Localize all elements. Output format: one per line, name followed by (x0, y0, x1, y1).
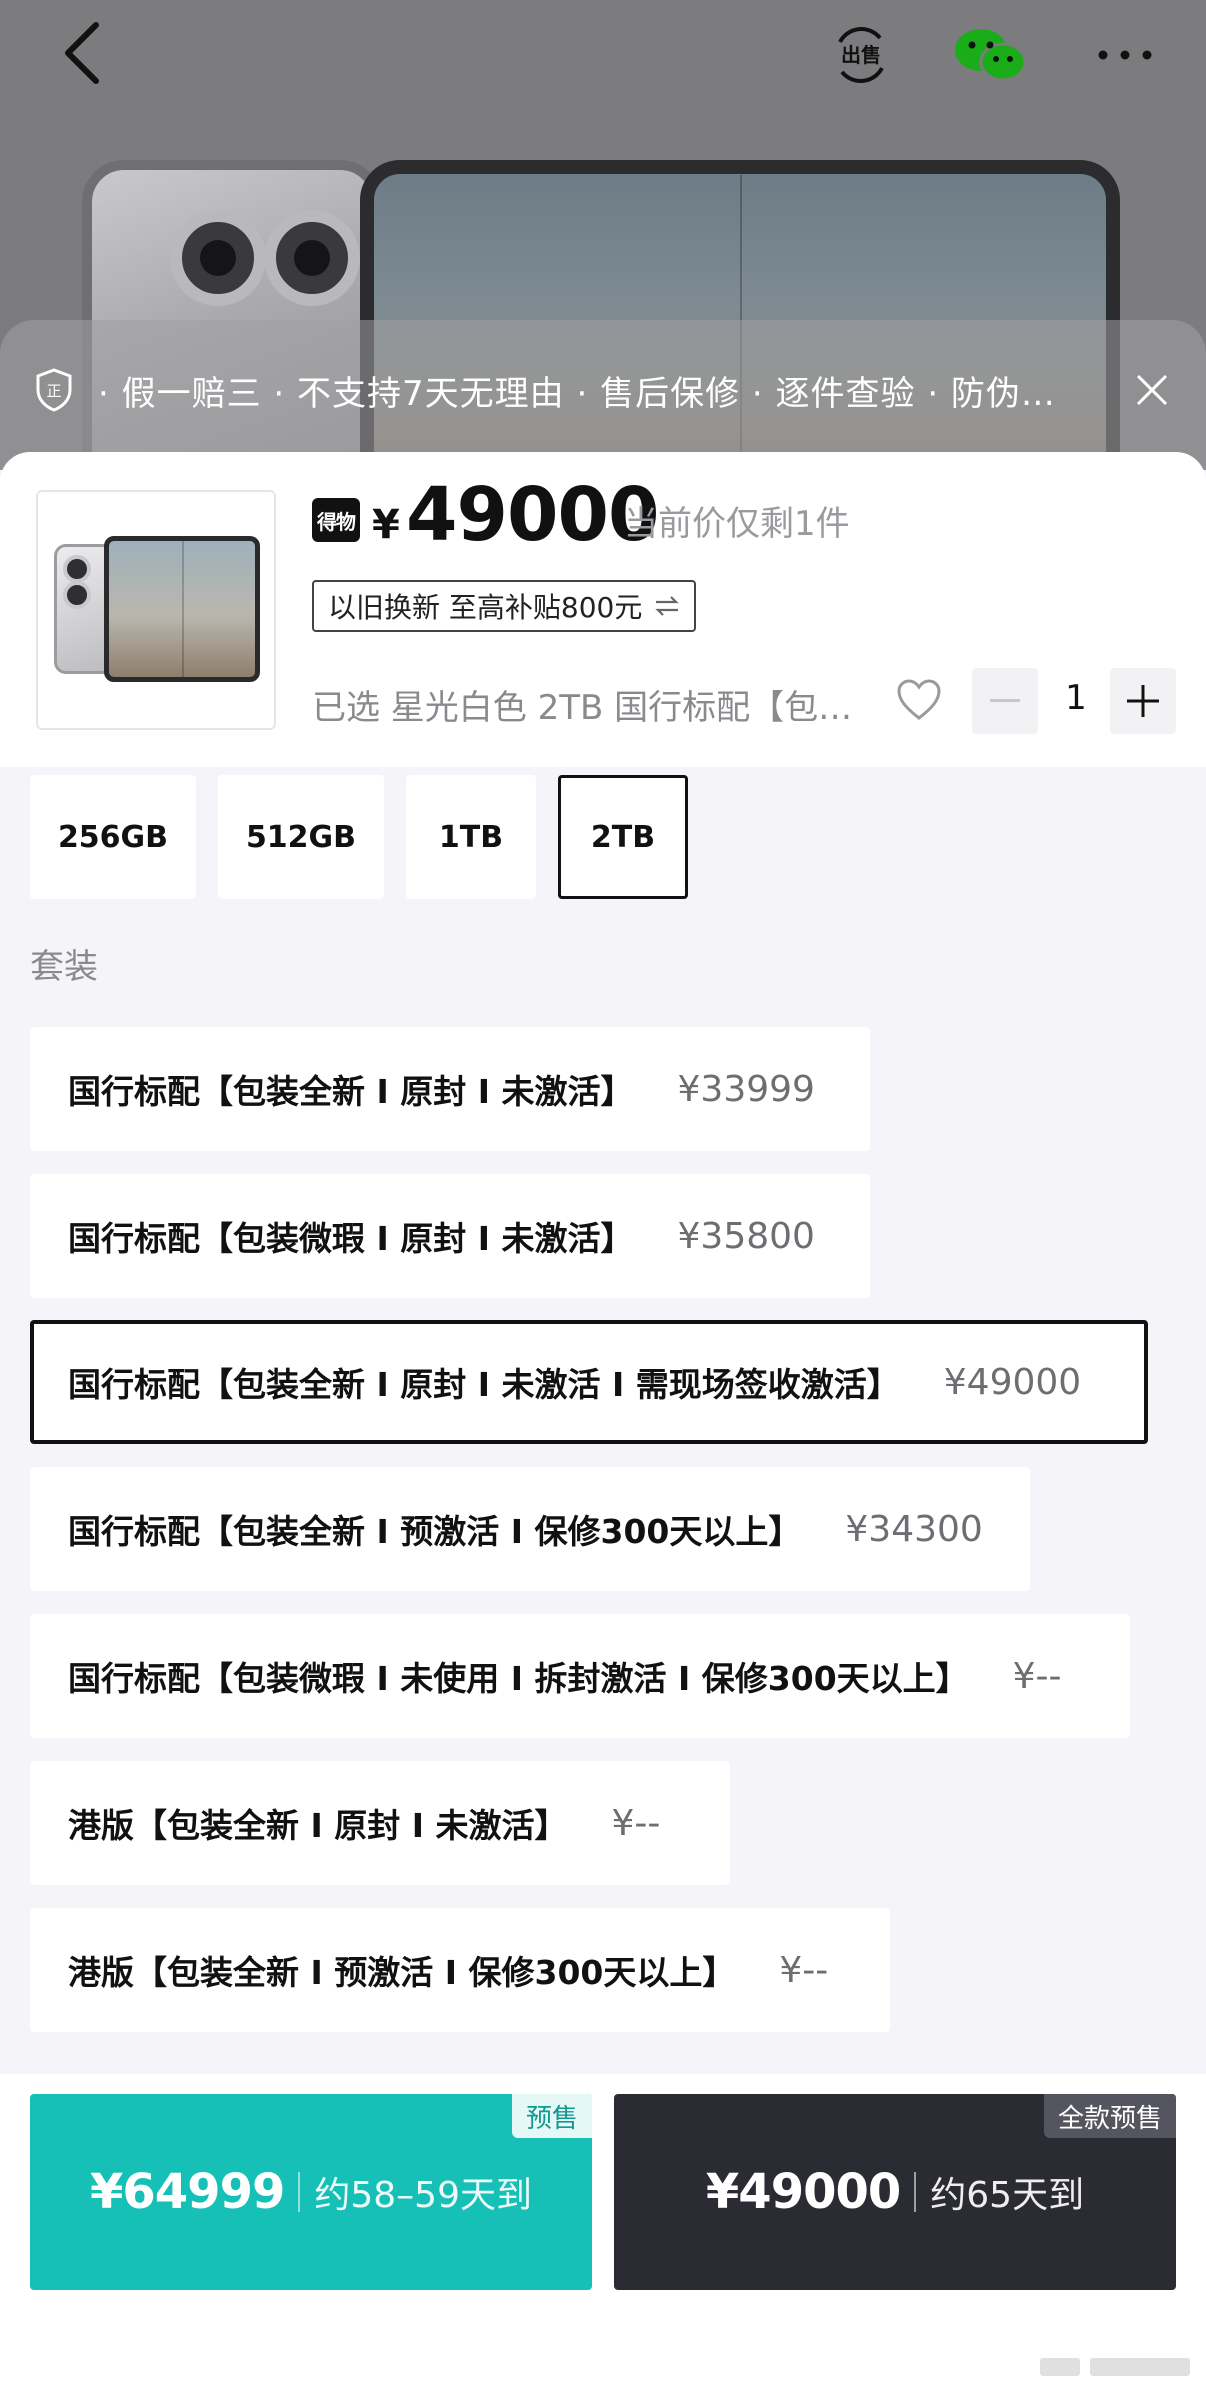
package-price: ¥49000 (943, 1361, 1082, 1403)
guarantee-bar[interactable]: 正 · 假一赔三 · 不支持7天无理由 · 售后保修 · 逐件查验 · 防伪… (0, 320, 1206, 470)
svg-text:出售: 出售 (841, 43, 881, 67)
selected-spec-text[interactable]: 已选 星光白色 2TB 国行标配【包… (312, 680, 882, 729)
storage-option-256gb[interactable]: 256GB (30, 775, 196, 899)
package-option[interactable]: 国行标配【包装全新 I 原封 I 未激活】 ¥33999 (30, 1027, 870, 1151)
back-button[interactable] (52, 18, 112, 88)
price-note: 当前价仅剩1件 (624, 504, 850, 544)
back-chevron-icon (65, 22, 99, 84)
top-bar: 出售 (0, 0, 1206, 110)
more-icon (1098, 50, 1152, 60)
package-option-selected[interactable]: 国行标配【包装全新 I 原封 I 未激活 I 需现场签收激活】 ¥49000 (30, 1320, 1148, 1444)
wechat-share-button[interactable] (950, 22, 1030, 88)
full-presale-buy-button[interactable]: 全款预售 ¥49000 约65天到 (614, 2094, 1176, 2290)
product-thumbnail (36, 490, 276, 730)
storage-option-2tb[interactable]: 2TB (558, 775, 688, 899)
tradein-subsidy-tag[interactable]: 以旧换新 至高补贴800元 (312, 580, 697, 632)
package-option[interactable]: 国行标配【包装微瑕 I 未使用 I 拆封激活 I 保修300天以上】 ¥-- (30, 1614, 1130, 1738)
current-price: 49000 (406, 472, 659, 558)
divider (914, 2172, 917, 2212)
package-option[interactable]: 港版【包装全新 I 预激活 I 保修300天以上】 ¥-- (30, 1908, 890, 2032)
plus-icon (1127, 685, 1159, 717)
spec-options: 256GB 512GB 1TB 2TB 套装 国行标配【包装全新 I 原封 I … (0, 767, 1206, 2074)
svg-text:正: 正 (46, 382, 61, 400)
package-name: 国行标配【包装全新 I 原封 I 未激活】 (68, 1072, 634, 1111)
package-option[interactable]: 港版【包装全新 I 原封 I 未激活】 ¥-- (30, 1761, 730, 1885)
package-name: 国行标配【包装微瑕 I 未使用 I 拆封激活 I 保修300天以上】 (68, 1659, 969, 1698)
product-summary-card: 得物 ¥ 49000 当前价仅剩1件 以旧换新 至高补贴800元 已选 星光白色… (0, 452, 1206, 767)
storage-option-512gb[interactable]: 512GB (218, 775, 384, 899)
quantity-increase-button[interactable] (1110, 668, 1176, 734)
wechat-icon (955, 29, 1027, 82)
quantity-decrease-button[interactable] (972, 668, 1038, 734)
close-icon[interactable] (1130, 368, 1174, 412)
package-option[interactable]: 国行标配【包装全新 I 预激活 I 保修300天以上】 ¥34300 (30, 1467, 1030, 1591)
package-name: 国行标配【包装全新 I 预激活 I 保修300天以上】 (68, 1512, 802, 1551)
presale-eta: 约58–59天到 (314, 2175, 532, 2216)
watermark-logo (1040, 2358, 1190, 2376)
quantity-value: 1 (1065, 678, 1087, 718)
package-price: ¥-- (1012, 1655, 1062, 1697)
presale-buy-button[interactable]: 预售 ¥64999 约58–59天到 (30, 2094, 592, 2290)
shield-icon: 正 (36, 368, 72, 412)
package-section-label: 套装 (30, 947, 98, 987)
package-price: ¥34300 (845, 1508, 983, 1550)
package-name: 国行标配【包装全新 I 原封 I 未激活 I 需现场签收激活】 (68, 1365, 900, 1404)
package-price: ¥33999 (677, 1068, 815, 1110)
price-symbol: ¥ (372, 502, 400, 548)
sell-button[interactable]: 出售 (826, 20, 896, 90)
package-name: 港版【包装全新 I 预激活 I 保修300天以上】 (68, 1953, 736, 1992)
package-name: 港版【包装全新 I 原封 I 未激活】 (68, 1806, 568, 1845)
camera-lens (170, 210, 266, 306)
package-price: ¥35800 (677, 1215, 815, 1257)
full-presale-tag: 全款预售 (1043, 2094, 1176, 2138)
minus-icon (990, 699, 1020, 702)
heart-icon[interactable] (896, 678, 942, 722)
package-option[interactable]: 国行标配【包装微瑕 I 原封 I 未激活】 ¥35800 (30, 1174, 870, 1298)
package-price: ¥-- (611, 1802, 661, 1844)
package-price: ¥-- (779, 1949, 829, 1991)
package-name: 国行标配【包装微瑕 I 原封 I 未激活】 (68, 1219, 634, 1258)
tradein-label: 以旧换新 至高补贴800元 (328, 591, 643, 624)
dewu-badge: 得物 (312, 498, 360, 542)
full-presale-price: ¥49000 (705, 2164, 901, 2220)
sell-icon: 出售 (838, 27, 884, 83)
presale-price: ¥64999 (89, 2164, 285, 2220)
storage-option-1tb[interactable]: 1TB (406, 775, 536, 899)
camera-lens (264, 210, 360, 306)
divider (298, 2172, 301, 2212)
swap-icon (655, 596, 680, 616)
thumb-phone-screen (104, 536, 260, 682)
purchase-bar: 预售 ¥64999 约58–59天到 全款预售 ¥49000 约65天到 (0, 2074, 1206, 2397)
more-button[interactable] (1090, 30, 1160, 80)
guarantee-text: · 假一赔三 · 不支持7天无理由 · 售后保修 · 逐件查验 · 防伪… (98, 374, 1056, 414)
full-presale-eta: 约65天到 (930, 2175, 1085, 2216)
presale-tag: 预售 (511, 2094, 592, 2138)
